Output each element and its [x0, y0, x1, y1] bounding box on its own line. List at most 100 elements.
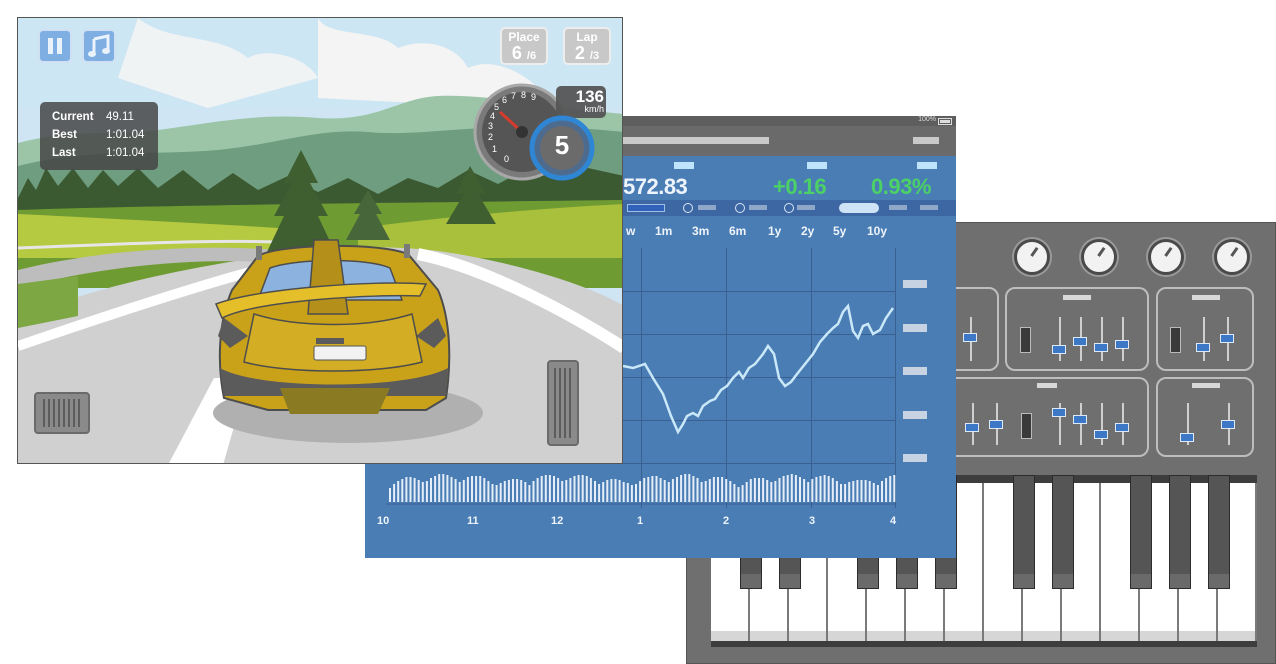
synth-fader[interactable] [1073, 415, 1087, 424]
piano-black-key[interactable] [1130, 475, 1152, 589]
synth-panel-5 [1156, 377, 1254, 457]
synth-slot [1021, 413, 1032, 439]
volume-bar [471, 476, 473, 502]
music-button[interactable] [82, 29, 116, 63]
volume-bar [520, 480, 523, 502]
volume-bar [819, 476, 822, 502]
synth-fader[interactable] [1094, 343, 1108, 352]
volume-bar [835, 481, 838, 502]
synth-knob-3[interactable] [1148, 239, 1184, 275]
tach-number: 7 [511, 91, 517, 101]
lap-value: 2 [574, 43, 585, 63]
synth-fader[interactable] [1094, 430, 1108, 439]
synth-fader[interactable] [1196, 343, 1210, 352]
pause-button[interactable] [38, 29, 72, 63]
volume-bar [565, 480, 568, 502]
time-row-last: Last 1:01.04 [52, 147, 144, 159]
volume-bar [389, 488, 391, 502]
piano-black-key[interactable] [1208, 475, 1230, 589]
x-label: 11 [467, 515, 479, 527]
speed-unit: km/h [584, 104, 604, 114]
x-label: 4 [890, 515, 897, 527]
tach-number: 4 [490, 111, 496, 121]
volume-bar [421, 482, 424, 502]
place-value: 6 [511, 43, 522, 63]
time-label: Last [52, 147, 76, 159]
volume-bar [663, 480, 666, 502]
tach-number: 1 [492, 144, 498, 154]
volume-bar [721, 477, 724, 502]
volume-bar [860, 480, 863, 502]
volume-bar [458, 482, 461, 502]
piano-black-key[interactable] [1169, 475, 1191, 589]
volume-bar [434, 476, 437, 502]
volume-bar [594, 481, 596, 502]
volume-bar [540, 476, 543, 502]
volume-bar [741, 485, 744, 502]
volume-bar [475, 476, 478, 502]
volume-bar [577, 475, 580, 502]
volume-bar [803, 479, 806, 502]
synth-fader[interactable] [1221, 420, 1235, 429]
synth-fader[interactable] [1115, 340, 1129, 349]
volume-bar [745, 482, 748, 502]
volume-bar [507, 480, 510, 502]
synth-fader[interactable] [1220, 334, 1234, 343]
volume-bar [684, 474, 687, 502]
volume-bar [844, 484, 847, 502]
volume-bar [573, 476, 576, 502]
volume-bar [868, 481, 871, 502]
synth-knob-1[interactable] [1014, 239, 1050, 275]
synth-knob-2[interactable] [1081, 239, 1117, 275]
volume-bar [885, 478, 888, 502]
volume-bar [544, 475, 547, 502]
synth-fader[interactable] [1180, 433, 1194, 442]
tach-number: 0 [504, 154, 510, 164]
volume-bar [413, 478, 416, 502]
gas-pedal-grip-icon [554, 368, 571, 438]
volume-bar [589, 478, 592, 502]
volume-bar [782, 476, 785, 502]
synth-fader[interactable] [989, 420, 1003, 429]
piano-black-key[interactable] [1013, 475, 1035, 589]
lap-label: Lap [576, 30, 598, 44]
volume-bar [749, 479, 752, 502]
synth-knob-4[interactable] [1214, 239, 1250, 275]
volume-bar [483, 478, 486, 502]
synth-fader[interactable] [1073, 337, 1087, 346]
x-label: 3 [809, 515, 816, 527]
volume-bar [762, 478, 765, 502]
volume-bar [499, 483, 502, 502]
synth-fader[interactable] [1052, 345, 1066, 354]
volume-bar [753, 478, 756, 502]
tach-number: 5 [494, 102, 500, 112]
volume-bar [655, 476, 658, 502]
gas-pedal[interactable] [547, 360, 579, 446]
volume-bar [676, 477, 678, 502]
volume-bar [881, 481, 883, 502]
volume-bar [491, 484, 494, 502]
volume-bars [389, 474, 896, 502]
brake-pedal[interactable] [34, 392, 90, 434]
synth-fader[interactable] [963, 333, 977, 342]
synth-fader[interactable] [1115, 423, 1129, 432]
volume-bar [503, 481, 506, 502]
volume-bar [815, 477, 818, 502]
volume-bar [872, 483, 875, 502]
volume-bar [659, 478, 662, 502]
volume-bar [446, 475, 449, 502]
volume-bar [442, 474, 445, 502]
volume-bar [581, 475, 584, 502]
volume-bar [397, 481, 400, 502]
speed-value: 136 [575, 87, 604, 106]
volume-bar [561, 481, 564, 502]
piano-black-key[interactable] [1052, 475, 1074, 589]
volume-bar [823, 475, 826, 502]
time-label: Best [52, 129, 77, 141]
synth-fader[interactable] [965, 423, 979, 432]
volume-bar [831, 478, 834, 502]
volume-bar [524, 482, 527, 502]
volume-bar [876, 485, 879, 502]
volume-bar [794, 475, 797, 502]
synth-fader[interactable] [1052, 408, 1066, 417]
